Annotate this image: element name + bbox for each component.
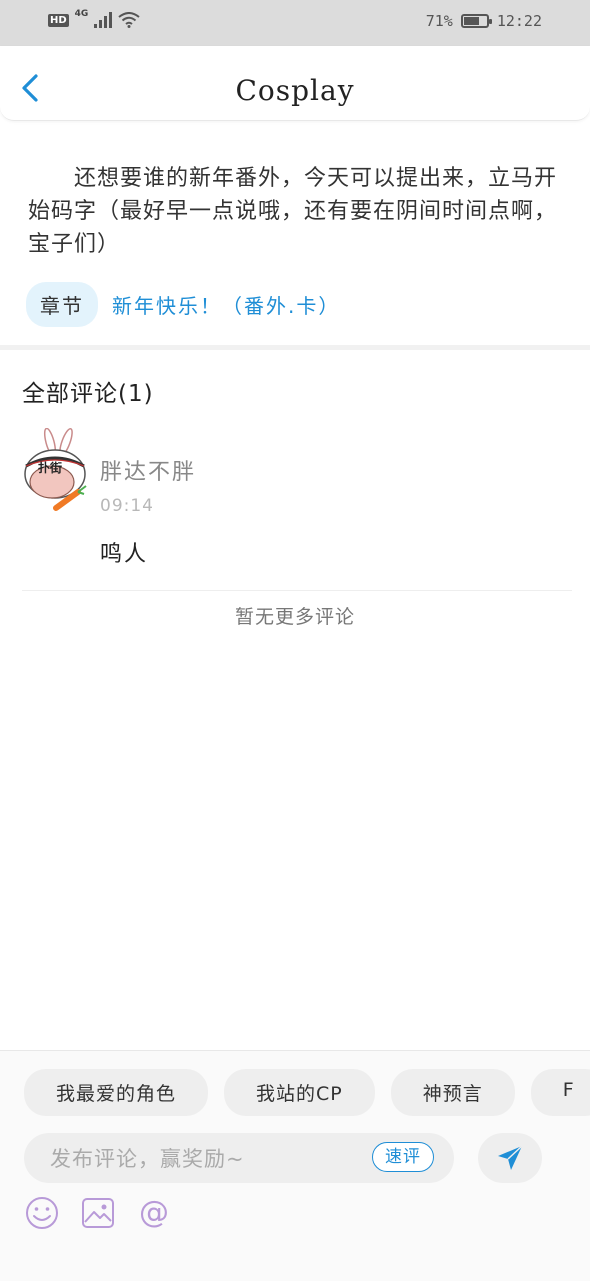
- battery-percent: 71%: [425, 12, 453, 30]
- comment-divider: [22, 590, 572, 591]
- emoji-icon[interactable]: [24, 1195, 60, 1231]
- wifi-icon: [118, 12, 140, 28]
- tool-icons: @: [24, 1195, 172, 1231]
- no-more-comments: 暂无更多评论: [234, 606, 355, 628]
- comment-time: 09:14: [100, 496, 154, 516]
- chapter-row: 章节 新年快乐！（番外.卡）: [26, 282, 340, 327]
- comments-title: 全部评论(1): [22, 381, 154, 407]
- chip-more[interactable]: F: [530, 1069, 590, 1116]
- signal-icon: [94, 12, 113, 28]
- post-intro: 还想要谁的新年番外，今天可以提出来，立马开始码字（最好早一点说哦，还有要在阴间时…: [28, 162, 558, 261]
- comment-text: 鸣人: [100, 542, 149, 567]
- quick-review-button[interactable]: 速评: [372, 1142, 434, 1172]
- chip-prophecy[interactable]: 神预言: [390, 1069, 515, 1116]
- chapter-tag: 章节: [26, 282, 98, 327]
- comment-author[interactable]: 胖达不胖: [100, 454, 196, 486]
- quick-chips: 我最爱的角色 我站的CP 神预言 F: [24, 1069, 590, 1116]
- battery-fill: [463, 17, 480, 25]
- post-intro-text: 还想要谁的新年番外，今天可以提出来，立马开始码字（最好早一点说哦，还有要在阴间时…: [28, 166, 558, 257]
- status-bar: HD 4G 71% 12:22: [0, 0, 590, 46]
- page-title: Cosplay: [235, 74, 355, 107]
- avatar[interactable]: 扑街: [22, 428, 92, 520]
- battery-icon: [460, 14, 492, 28]
- comment-input[interactable]: [48, 1133, 352, 1185]
- avatar-text: 扑街: [38, 460, 62, 475]
- top-nav: Cosplay: [0, 46, 590, 121]
- svg-text:@: @: [139, 1195, 169, 1230]
- clock: 12:22: [496, 12, 542, 30]
- chapter-link[interactable]: 新年快乐！（番外.卡）: [112, 290, 340, 319]
- hd-badge: HD: [48, 13, 69, 27]
- chip-favorite-character[interactable]: 我最爱的角色: [24, 1069, 209, 1116]
- chip-my-cp[interactable]: 我站的CP: [224, 1069, 375, 1116]
- status-left: HD 4G: [48, 9, 140, 28]
- at-icon[interactable]: @: [136, 1195, 172, 1231]
- image-icon[interactable]: [80, 1195, 116, 1231]
- comment-composer: 我最爱的角色 我站的CP 神预言 F 速评 @: [0, 1050, 590, 1281]
- comment-input-box[interactable]: 速评: [24, 1133, 454, 1185]
- section-divider: [0, 345, 590, 350]
- network-label: 4G: [74, 9, 89, 19]
- status-right: 71% 12:22: [426, 12, 542, 30]
- send-icon: [498, 1145, 523, 1170]
- send-button[interactable]: [478, 1133, 542, 1183]
